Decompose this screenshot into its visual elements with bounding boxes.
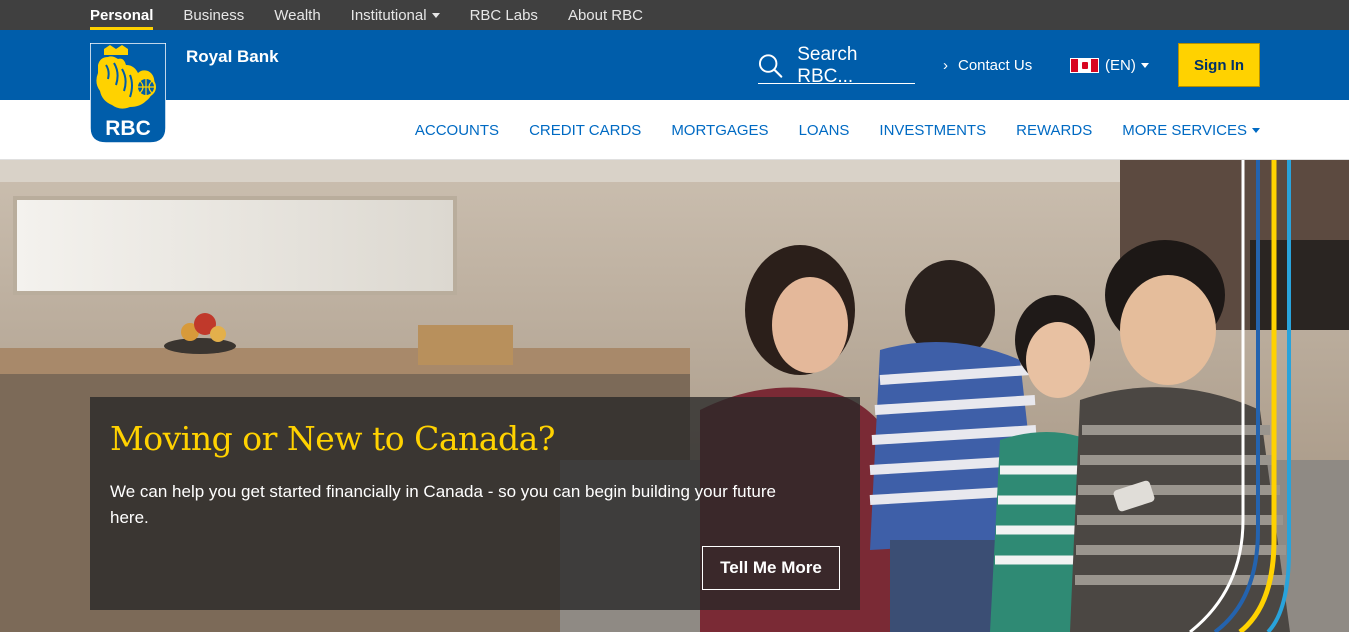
- logo-wordmark: RBC: [105, 117, 151, 140]
- hero-title: Moving or New to Canada?: [110, 419, 555, 458]
- segment-label: Personal: [90, 6, 154, 24]
- segment-label: Wealth: [274, 6, 321, 24]
- sign-in-button[interactable]: Sign In: [1178, 43, 1260, 87]
- segment-wealth[interactable]: Wealth: [274, 0, 320, 30]
- search-icon: [758, 53, 783, 78]
- segment-rbc-labs[interactable]: RBC Labs: [470, 0, 538, 30]
- hero-promo-card: Moving or New to Canada? We can help you…: [90, 397, 860, 610]
- nav-mortgages[interactable]: MORTGAGES: [671, 122, 768, 139]
- segment-label: Business: [183, 6, 245, 24]
- nav-accounts[interactable]: ACCOUNTS: [415, 122, 499, 139]
- segment-nav: Personal Business Wealth Institutional R…: [90, 0, 673, 30]
- segment-business[interactable]: Business: [183, 0, 244, 30]
- nav-investments[interactable]: INVESTMENTS: [879, 122, 986, 139]
- brand-name[interactable]: Royal Bank: [186, 47, 279, 67]
- contact-us-label: Contact Us: [958, 57, 1033, 74]
- search-input[interactable]: Search RBC...: [758, 44, 915, 87]
- chevron-right-icon: ›: [943, 57, 948, 74]
- segment-label: About RBC: [567, 6, 643, 24]
- caret-down-icon: [1252, 128, 1260, 134]
- contact-us-link[interactable]: › Contact Us: [943, 57, 1032, 74]
- segment-personal[interactable]: Personal: [90, 0, 154, 30]
- caret-down-icon: [1140, 63, 1149, 68]
- segment-label: RBC Labs: [469, 6, 538, 24]
- nav-more-services[interactable]: MORE SERVICES: [1122, 122, 1260, 139]
- nav-rewards[interactable]: REWARDS: [1016, 122, 1092, 139]
- nav-credit-cards[interactable]: CREDIT CARDS: [529, 122, 641, 139]
- nav-loans[interactable]: LOANS: [799, 122, 850, 139]
- main-nav: ACCOUNTS CREDIT CARDS MORTGAGES LOANS IN…: [0, 100, 1349, 160]
- segment-label: Institutional: [350, 6, 427, 24]
- tell-me-more-button[interactable]: Tell Me More: [702, 546, 840, 590]
- language-label: (EN): [1105, 57, 1136, 74]
- caret-down-icon: [431, 12, 440, 18]
- search-placeholder: Search RBC...: [797, 43, 858, 87]
- segment-institutional[interactable]: Institutional: [351, 0, 440, 30]
- language-selector[interactable]: (EN): [1070, 57, 1149, 74]
- nav-more-services-label: MORE SERVICES: [1122, 121, 1247, 139]
- hero-body: We can help you get started financially …: [110, 482, 776, 527]
- top-utility-bar: Personal Business Wealth Institutional R…: [0, 0, 1349, 30]
- rbc-lion-logo[interactable]: RBC: [89, 42, 167, 144]
- canada-flag-icon: [1070, 58, 1099, 73]
- segment-about-rbc[interactable]: About RBC: [568, 0, 643, 30]
